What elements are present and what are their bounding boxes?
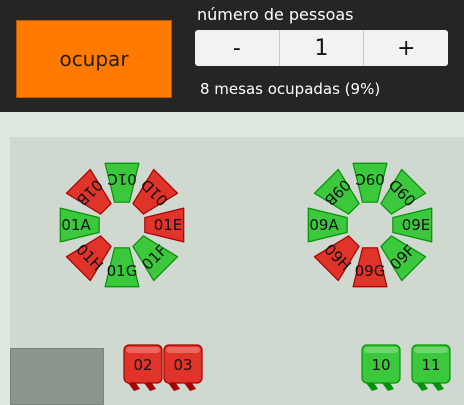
table-09: 09A09B 09C 09D09E09F09G09H bbox=[307, 162, 433, 288]
table-label: 10 bbox=[371, 356, 390, 374]
seat-01D[interactable]: 01D bbox=[132, 168, 179, 215]
table-03[interactable]: 03 bbox=[163, 344, 203, 391]
seat-09H[interactable]: 09H bbox=[313, 235, 360, 282]
seat-09A[interactable]: 09A bbox=[307, 207, 348, 243]
floor-plan-canvas: 01A01B 01C 01D01E01F01G01H09A09B 09C 09D09E0… bbox=[59, 162, 451, 391]
seat-01G[interactable]: 01G bbox=[104, 247, 140, 288]
seat-09G[interactable]: 09G bbox=[352, 247, 388, 288]
table-label: 03 bbox=[173, 356, 192, 374]
seat-09F[interactable]: 09F bbox=[380, 235, 427, 282]
seat-09C[interactable]: 09C bbox=[352, 162, 388, 203]
seat-09D[interactable]: 09D bbox=[380, 168, 427, 215]
seat-09B[interactable]: 09B bbox=[313, 168, 360, 215]
seat-01E[interactable]: 01E bbox=[144, 207, 185, 243]
seat-label: 01E bbox=[154, 216, 183, 234]
seat-label: 01G bbox=[107, 262, 138, 280]
table-label: 02 bbox=[133, 356, 152, 374]
seat-label: 01C bbox=[107, 170, 137, 188]
seat-01B[interactable]: 01B bbox=[65, 168, 112, 215]
seat-label: 09G bbox=[355, 262, 386, 280]
seat-01A[interactable]: 01A bbox=[59, 207, 100, 243]
seat-label: 09C bbox=[355, 170, 385, 188]
table-10[interactable]: 10 bbox=[361, 344, 401, 391]
table-11[interactable]: 11 bbox=[411, 344, 451, 391]
table-01: 01A01B 01C 01D01E01F01G01H bbox=[59, 162, 185, 288]
seat-01F[interactable]: 01F bbox=[132, 235, 179, 282]
table-02[interactable]: 02 bbox=[123, 344, 163, 391]
seat-label: 09E bbox=[402, 216, 431, 234]
seat-01C[interactable]: 01C bbox=[104, 162, 140, 203]
seat-label: 09A bbox=[309, 216, 339, 234]
table-label: 11 bbox=[421, 356, 440, 374]
seat-label: 01A bbox=[61, 216, 91, 234]
seat-01H[interactable]: 01H bbox=[65, 235, 112, 282]
seat-09E[interactable]: 09E bbox=[392, 207, 433, 243]
